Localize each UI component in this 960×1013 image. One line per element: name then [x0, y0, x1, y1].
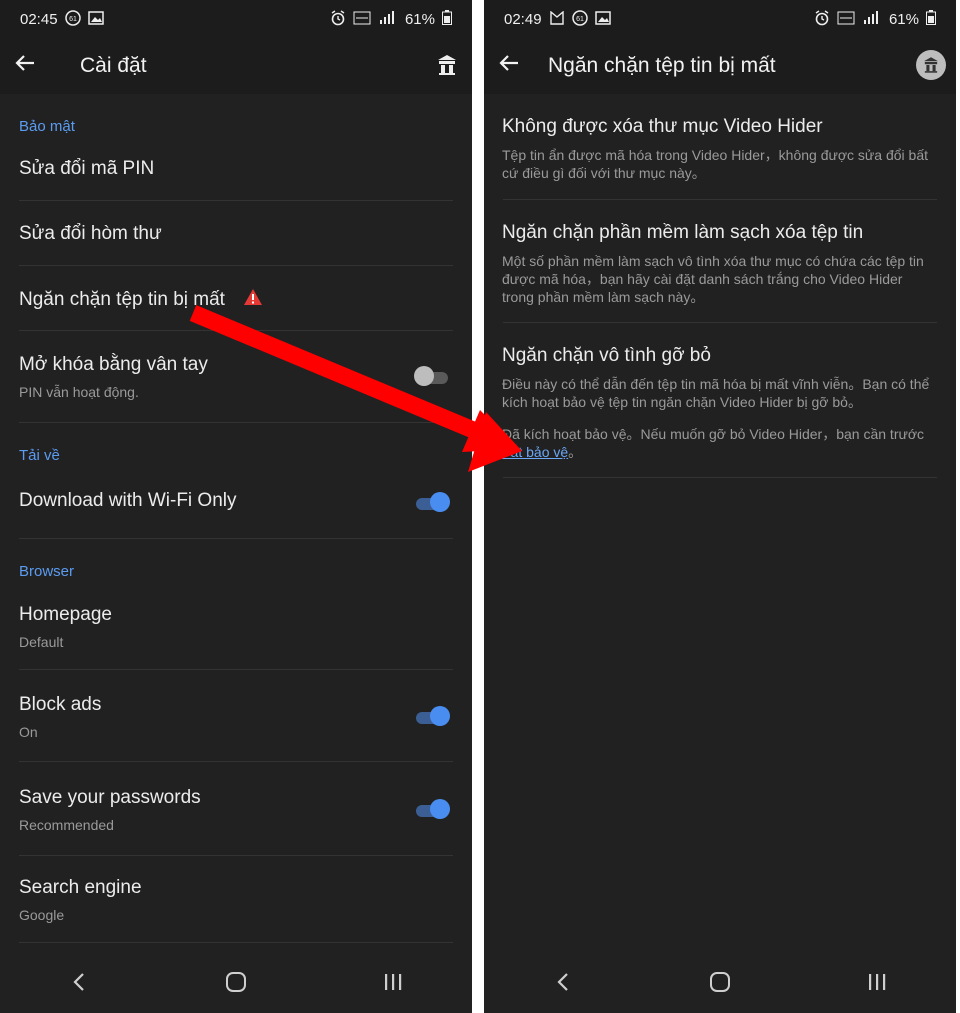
app-bar: Ngăn chặn tệp tin bị mất — [484, 38, 956, 94]
item-description: Một số phần mềm làm sạch vô tình xóa thư… — [502, 253, 924, 305]
notification-badge-icon: 61 — [571, 9, 588, 29]
page-title: Cài đặt — [80, 54, 147, 77]
item-title: Mở khóa bằng vân tay — [19, 354, 208, 375]
settings-item-change-pin[interactable]: Sửa đổi mã PIN — [19, 158, 453, 180]
hider-app-icon[interactable] — [432, 50, 462, 80]
svg-text:61: 61 — [576, 16, 584, 23]
settings-item-fingerprint-unlock[interactable]: Mở khóa bằng vân tay PIN vẫn hoạt động. — [19, 354, 453, 400]
nav-back-icon[interactable] — [533, 962, 593, 1002]
warning-icon — [243, 288, 263, 312]
item-description: Tệp tin ẩn được mã hóa trong Video Hider… — [502, 147, 929, 181]
divider — [19, 942, 453, 943]
image-notification-icon — [594, 10, 611, 28]
protection-status-text: Đã kích hoạt bảo vệ。Nếu muốn gỡ bỏ Video… — [502, 426, 925, 460]
notification-badge-icon: 61 — [64, 9, 81, 29]
system-nav-bar — [484, 951, 956, 1013]
info-item-no-delete-folder: Không được xóa thư mục Video Hider Tệp t… — [502, 116, 936, 182]
item-title: Ngăn chặn tệp tin bị mất — [19, 289, 225, 310]
item-subtitle: PIN vẫn hoạt động. — [19, 384, 139, 400]
nav-back-icon[interactable] — [49, 962, 109, 1002]
nav-recents-icon[interactable] — [363, 962, 423, 1002]
app-bar: Cài đặt — [0, 38, 472, 94]
alarm-icon — [814, 9, 830, 29]
app-avatar-icon[interactable] — [916, 50, 946, 80]
back-arrow-icon[interactable] — [498, 52, 538, 81]
divider — [19, 669, 453, 670]
item-subtitle: Default — [19, 634, 64, 650]
status-time: 02:49 — [504, 10, 542, 28]
item-subtitle: Google — [19, 907, 65, 923]
item-description: Điều này có thể dẫn đến tệp tin mã hóa b… — [502, 376, 930, 410]
item-title: Không được xóa thư mục Video Hider — [502, 116, 823, 137]
item-title: Sửa đổi hòm thư — [19, 223, 162, 244]
wifi-only-toggle[interactable] — [414, 492, 450, 512]
item-title: Homepage — [19, 604, 112, 625]
status-time: 02:45 — [20, 10, 58, 28]
settings-item-change-mailbox[interactable]: Sửa đổi hòm thư — [19, 223, 453, 245]
settings-item-wifi-only[interactable]: Download with Wi-Fi Only — [19, 490, 453, 512]
page-title: Ngăn chặn tệp tin bị mất — [548, 54, 776, 77]
item-subtitle: Recommended — [19, 817, 114, 833]
settings-screen: 02:45 61 61% Cài đặt Bảo mật Sửa đổi mã … — [0, 0, 472, 1013]
back-arrow-icon[interactable] — [14, 52, 54, 81]
section-header-download: Tải về — [19, 447, 60, 464]
app-notification-icon — [549, 10, 565, 28]
divider — [19, 200, 453, 201]
divider — [19, 422, 453, 423]
divider — [19, 855, 453, 856]
image-notification-icon — [87, 10, 104, 28]
settings-item-homepage[interactable]: Homepage Default — [19, 604, 453, 650]
volte-lte-icon — [353, 11, 371, 28]
nav-home-icon[interactable] — [690, 962, 750, 1002]
item-title: Download with Wi-Fi Only — [19, 490, 237, 511]
settings-item-search-engine[interactable]: Search engine Google — [19, 877, 453, 923]
battery-icon — [926, 10, 936, 28]
battery-percent: 61% — [404, 10, 435, 28]
divider — [503, 322, 937, 323]
section-header-security: Bảo mật — [19, 118, 75, 135]
nav-recents-icon[interactable] — [847, 962, 907, 1002]
volte-lte-icon — [837, 11, 855, 28]
system-nav-bar — [0, 951, 472, 1013]
battery-icon — [442, 10, 452, 28]
nav-home-icon[interactable] — [206, 962, 266, 1002]
signal-icon — [378, 10, 398, 28]
status-bar: 02:45 61 61% — [0, 0, 472, 38]
divider — [503, 199, 937, 200]
item-title: Block ads — [19, 694, 102, 715]
svg-text:61: 61 — [69, 16, 77, 23]
info-item-prevent-uninstall: Ngăn chặn vô tình gỡ bỏ Điều này có thể … — [502, 345, 936, 461]
item-title: Save your passwords — [19, 787, 201, 808]
block-ads-toggle[interactable] — [414, 706, 450, 726]
item-subtitle: On — [19, 724, 38, 740]
divider — [19, 265, 453, 266]
item-title: Ngăn chặn phần mềm làm sạch xóa tệp tin — [502, 222, 864, 243]
status-bar: 02:49 61 61% — [484, 0, 956, 38]
section-header-browser: Browser — [19, 563, 75, 580]
fingerprint-unlock-toggle[interactable] — [414, 366, 450, 386]
disable-protection-link[interactable]: Tắt bảo vệ — [502, 444, 568, 460]
settings-item-block-ads[interactable]: Block ads On — [19, 694, 453, 740]
info-item-prevent-cleaner: Ngăn chặn phần mềm làm sạch xóa tệp tin … — [502, 222, 936, 306]
prevent-file-loss-screen: 02:49 61 61% Ngăn chặn tệp tin bị mất Kh… — [484, 0, 956, 1013]
settings-item-prevent-file-loss[interactable]: Ngăn chặn tệp tin bị mất — [19, 288, 453, 312]
signal-icon — [862, 10, 882, 28]
divider — [19, 330, 453, 331]
divider — [19, 761, 453, 762]
alarm-icon — [330, 9, 346, 29]
battery-percent: 61% — [888, 10, 919, 28]
item-title: Ngăn chặn vô tình gỡ bỏ — [502, 345, 711, 366]
item-title: Sửa đổi mã PIN — [19, 158, 155, 179]
item-title: Search engine — [19, 877, 142, 898]
divider — [503, 477, 937, 478]
divider — [19, 538, 453, 539]
settings-item-save-passwords[interactable]: Save your passwords Recommended — [19, 787, 453, 833]
save-passwords-toggle[interactable] — [414, 799, 450, 819]
